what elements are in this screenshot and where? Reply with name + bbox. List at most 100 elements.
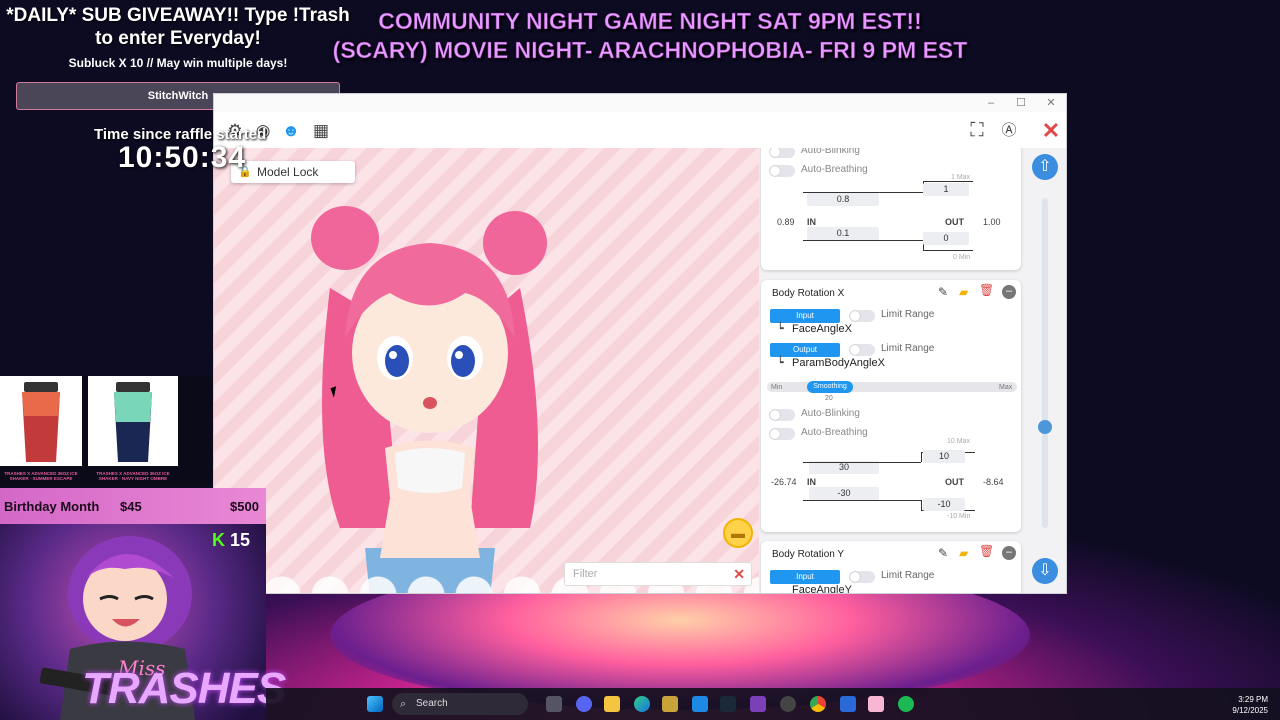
input-pill[interactable]: Input (770, 570, 840, 584)
battlenet-icon[interactable] (692, 696, 708, 712)
output-arrow-icon: ┕ (777, 357, 784, 369)
output-param-name[interactable]: ParamBodyAngleX (792, 357, 885, 369)
search-label: Search (416, 698, 448, 709)
vtube-studio-icon[interactable] (868, 696, 884, 712)
delete-trash-icon[interactable]: 🗑 (979, 283, 994, 297)
toolbar: ⚙ ◉ ☻ ▦ ⛶ Ⓐ ✕ (214, 112, 1066, 148)
minimize-button[interactable]: – (978, 95, 1004, 111)
out-upper-box[interactable]: 1 (923, 183, 969, 196)
param-card-body-rotation-y: Body Rotation Y ✎ ▰ 🗑 – Input Limit Rang… (761, 541, 1021, 593)
app-blue-icon[interactable] (840, 696, 856, 712)
auto-blinking-toggle[interactable] (769, 409, 795, 421)
edit-pencil-icon[interactable]: ✎ (938, 546, 948, 560)
window-close-button[interactable]: ✕ (1038, 95, 1064, 111)
out-lower-box[interactable]: 0 (923, 232, 969, 245)
product-image-2 (88, 376, 178, 466)
max-label: 1 Max (951, 174, 971, 181)
in-lower-box[interactable]: -30 (809, 487, 879, 500)
input-limit-range-label: Limit Range (881, 570, 935, 581)
smoothing-slider[interactable] (767, 382, 1017, 392)
badge-count: 15 (230, 530, 251, 550)
shaker-bottle-icon (22, 382, 60, 462)
out-value: 1.00 (983, 217, 1001, 227)
shaker-bottle-icon (114, 382, 152, 462)
discord-icon[interactable] (576, 696, 592, 712)
param-title: Body Rotation X (772, 288, 845, 299)
folder-icon[interactable]: ▬ (723, 518, 753, 548)
mapping-line-bottom (803, 500, 921, 501)
kick-k-icon: K (212, 530, 225, 550)
scrollbar-thumb[interactable] (1038, 420, 1052, 434)
mapping-step-bottom (921, 500, 922, 510)
delete-trash-icon[interactable]: 🗑 (979, 544, 994, 558)
input-pill[interactable]: Input (770, 309, 840, 323)
steam-icon[interactable] (720, 696, 736, 712)
model-lock-label: Model Lock (257, 165, 319, 179)
raffle-timer: 10:50:34 (118, 141, 247, 174)
output-limit-range-label: Limit Range (881, 343, 935, 354)
smoothing-min: Min (771, 384, 783, 391)
taskbar-search[interactable]: ⌕ Search (392, 693, 528, 715)
max-label: 10 Max (947, 438, 970, 445)
vtube-studio-window: – ☐ ✕ ⚙ ◉ ☻ ▦ ⛶ Ⓐ ✕ 🔒 Model Lock ▬ Filte… (213, 93, 1067, 594)
input-param-name[interactable]: FaceAngleX (792, 323, 852, 335)
input-limit-range-toggle[interactable] (849, 571, 875, 583)
obs-icon[interactable] (780, 696, 796, 712)
filter-clear-icon[interactable]: ✕ (733, 565, 745, 583)
language-icon[interactable]: Ⓐ (998, 121, 1020, 141)
model-stage[interactable]: 🔒 Model Lock 🕷 ▬ Filter (214, 148, 759, 594)
folder-delete-icon[interactable]: ▰ (959, 285, 968, 299)
title-bar: – ☐ ✕ (214, 94, 1066, 112)
model-settings-icon[interactable]: ☻ (280, 121, 302, 141)
file-explorer-icon[interactable] (604, 696, 620, 712)
mapping-line-top-out (923, 181, 973, 182)
filter-input[interactable]: Filter ✕ (564, 562, 752, 586)
auto-blinking-toggle[interactable] (769, 148, 795, 158)
vtuber-model[interactable] (290, 198, 560, 594)
birthday-goal-bar: Birthday Month $45 $500 (0, 488, 266, 524)
auto-blinking-label: Auto-Blinking (801, 408, 860, 419)
scene-settings-icon[interactable]: ▦ (310, 121, 332, 141)
in-upper-box[interactable]: 0.8 (807, 193, 879, 206)
model-lock-toggle[interactable]: 🔒 Model Lock (231, 161, 355, 183)
out-lower-box[interactable]: -10 (923, 498, 965, 511)
merch-widget: TRASHES X ADVANCED 36OZ ICE SHAKER - SUM… (0, 376, 212, 486)
param-title: Body Rotation Y (772, 549, 845, 560)
min-label: -10 Min (947, 513, 971, 520)
input-param-name[interactable]: FaceAngleY (792, 584, 852, 593)
brand-trashes: TRASHES (82, 664, 286, 713)
app-close-icon[interactable]: ✕ (1040, 120, 1062, 142)
edit-pencil-icon[interactable]: ✎ (938, 285, 948, 299)
windows-start-icon[interactable] (367, 696, 383, 712)
wow-icon[interactable] (662, 696, 678, 712)
fullscreen-icon[interactable]: ⛶ (966, 121, 988, 141)
auto-breathing-label: Auto-Breathing (801, 427, 868, 438)
folder-delete-icon[interactable]: ▰ (959, 546, 968, 560)
scroll-up-button[interactable]: ⇧ (1032, 154, 1058, 180)
output-pill[interactable]: Output (770, 343, 840, 357)
scrollbar-track[interactable] (1042, 198, 1048, 528)
goal-label: Birthday Month (4, 499, 100, 514)
in-lower-box[interactable]: 0.1 (807, 227, 879, 240)
edge-browser-icon[interactable] (634, 696, 650, 712)
scroll-down-button[interactable]: ⇩ (1032, 558, 1058, 584)
out-value: -8.64 (983, 477, 1004, 487)
out-upper-box[interactable]: 10 (923, 450, 965, 463)
auto-breathing-toggle[interactable] (769, 165, 795, 177)
auto-blinking-label: Auto-Blinking (801, 148, 860, 156)
maximize-button[interactable]: ☐ (1008, 95, 1034, 111)
output-limit-range-toggle[interactable] (849, 344, 875, 356)
auto-breathing-toggle[interactable] (769, 428, 795, 440)
collapse-minus-icon[interactable]: – (1002, 546, 1016, 560)
spotify-icon[interactable] (898, 696, 914, 712)
collapse-minus-icon[interactable]: – (1002, 285, 1016, 299)
input-limit-range-toggle[interactable] (849, 310, 875, 322)
task-view-icon[interactable] (546, 696, 562, 712)
chrome-icon[interactable] (810, 696, 826, 712)
smoothing-thumb[interactable]: Smoothing (807, 381, 853, 393)
system-clock[interactable]: 3:29 PM 9/12/2025 (1232, 694, 1268, 716)
banner-line-2: (SCARY) MOVIE NIGHT- ARACHNOPHOBIA- FRI … (332, 37, 968, 64)
out-label: OUT (945, 477, 964, 487)
app-w-icon[interactable] (750, 696, 766, 712)
param-card-body-rotation-x: Body Rotation X ✎ ▰ 🗑 – Input Limit Rang… (761, 280, 1021, 532)
